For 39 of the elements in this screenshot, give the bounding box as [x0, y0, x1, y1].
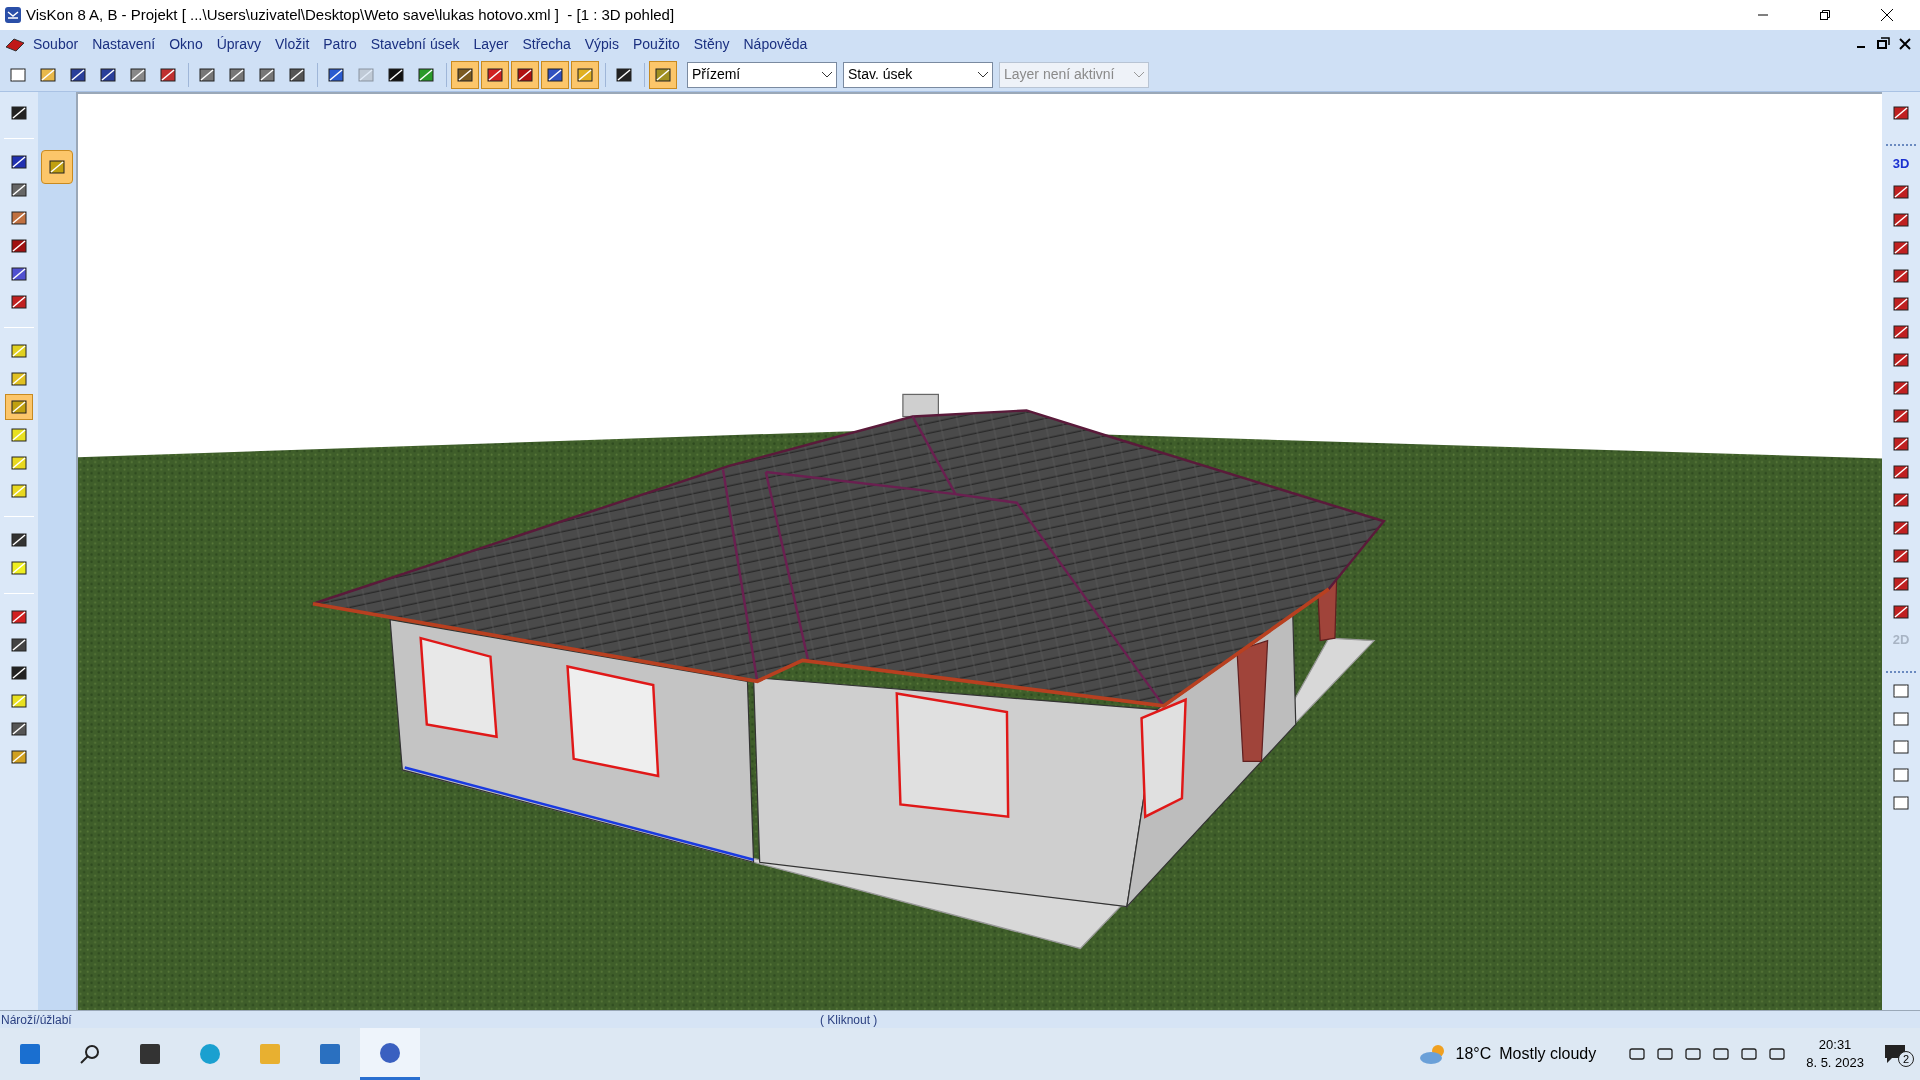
chevron-down-icon	[1134, 71, 1144, 78]
toolbar-button[interactable]	[541, 60, 569, 89]
menu-item[interactable]: Výpis	[577, 33, 626, 55]
notification-count: 2	[1898, 1051, 1914, 1067]
restore-icon	[1820, 10, 1830, 20]
menu-item[interactable]: Stavební úsek	[363, 33, 467, 55]
window-title: VisKon 8 A, B - Projekt [ ...\Users\uzivatel\Desktop\Weto save\lukas hotovo.xml ] - [1 : 3D pohled]	[26, 4, 675, 25]
menu-item[interactable]: Okno	[162, 33, 210, 55]
menu-item[interactable]: Nápověda	[736, 33, 815, 55]
weather-temperature: 18°C	[1455, 1044, 1492, 1064]
view-button[interactable]: 3D	[1887, 151, 1915, 177]
chevron-down-icon	[822, 71, 832, 78]
toolbar-button[interactable]	[451, 60, 479, 89]
search-icon	[78, 1042, 102, 1066]
3d-viewport[interactable]	[76, 92, 1882, 1010]
app-icon	[4, 6, 22, 24]
menu-item[interactable]: Použito	[626, 33, 687, 55]
toolbar-button[interactable]	[481, 60, 509, 89]
status-hint: ( Kliknout )	[820, 1011, 878, 1029]
status-text: Nároží/úžlabí	[0, 1011, 73, 1029]
menu-item[interactable]: Patro	[316, 33, 364, 55]
clock[interactable]: 20:31 8. 5. 2023	[1806, 1036, 1864, 1072]
menu-item[interactable]: Střecha	[515, 33, 578, 55]
menu-item[interactable]: Úpravy	[209, 33, 269, 55]
menu-item[interactable]: Vložit	[268, 33, 317, 55]
close-icon	[1881, 9, 1893, 21]
date: 8. 5. 2023	[1806, 1054, 1864, 1072]
menu-item[interactable]: Layer	[466, 33, 516, 55]
menu-item[interactable]: Soubor	[26, 33, 86, 55]
weather-condition: Mostly cloudy	[1499, 1044, 1597, 1064]
flyout-tool-button[interactable]	[41, 150, 73, 184]
chevron-down-icon	[978, 71, 988, 78]
menu-item[interactable]: Stěny	[686, 33, 737, 55]
dropdown[interactable]: Stav. úsek	[843, 61, 993, 88]
dropdown[interactable]: Přízemí	[687, 61, 837, 88]
taskbar-button[interactable]	[360, 1028, 420, 1080]
time: 20:31	[1818, 1036, 1852, 1054]
toolbar-button[interactable]	[511, 60, 539, 89]
menu-item[interactable]: Nastavení	[85, 33, 163, 55]
